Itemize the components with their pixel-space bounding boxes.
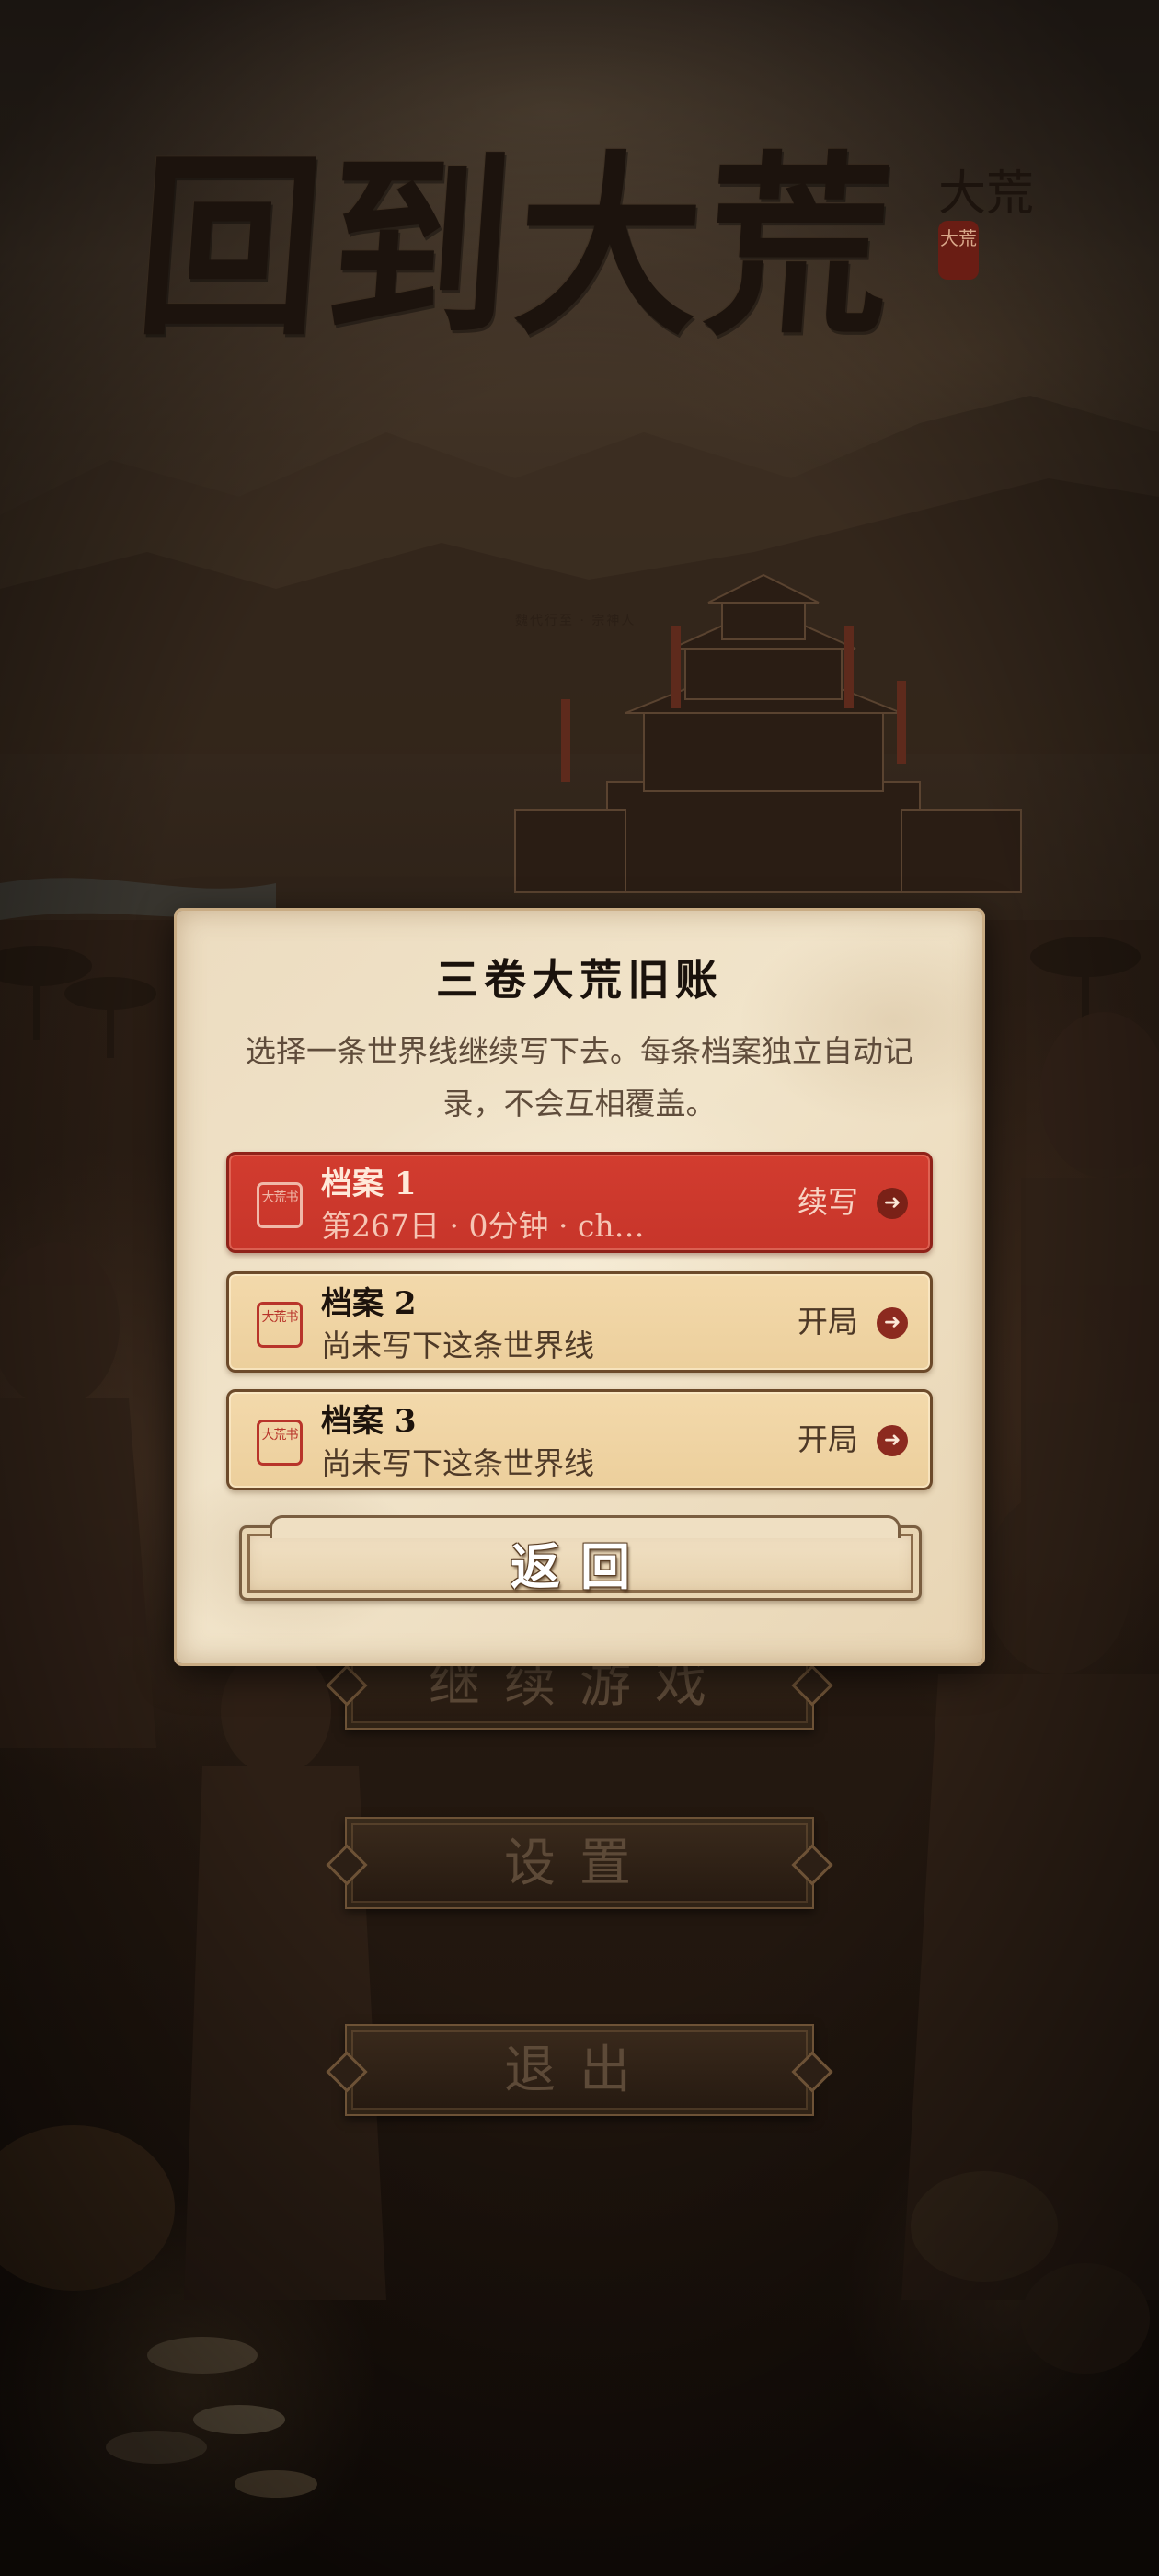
logo-seal: 大荒	[938, 221, 979, 280]
slot-action-label: 续写	[798, 1184, 858, 1220]
slot-action-label: 开局	[798, 1304, 858, 1340]
slot-subtitle: 第267日 · 0分钟 · ch…	[321, 1208, 645, 1244]
title-screen: 回到大荒 大荒 大荒 魏代行至 · 宗神人 继续游戏 设置 退出 三卷大荒旧账 …	[0, 0, 1159, 2576]
arrow-right-circle-icon: ➜	[877, 1425, 908, 1456]
logo-small-text: 大荒	[938, 167, 1035, 222]
save-slot-1[interactable]: 大荒书 档案 1 第267日 · 0分钟 · ch… 续写 ➜	[226, 1152, 933, 1253]
dialog-title: 三卷大荒旧账	[436, 955, 723, 1005]
game-logo-title: 回到大荒	[130, 132, 904, 363]
seal-stamp-icon: 大荒书	[257, 1302, 303, 1348]
arrow-right-circle-icon: ➜	[877, 1307, 908, 1339]
quit-button[interactable]: 退出	[345, 2024, 814, 2116]
slot-subtitle: 尚未写下这条世界线	[321, 1445, 594, 1481]
slot-name: 档案 3	[321, 1403, 417, 1440]
settings-button[interactable]: 设置	[345, 1817, 814, 1909]
back-button-label: 返回	[511, 1537, 650, 1596]
treasure-pile	[0, 2125, 1150, 2498]
arrow-right-circle-icon: ➜	[877, 1188, 908, 1219]
seal-stamp-icon: 大荒书	[257, 1182, 303, 1228]
save-slot-dialog: 三卷大荒旧账 选择一条世界线继续写下去。每条档案独立自动记录，不会互相覆盖。 大…	[177, 911, 982, 1663]
logo-tagline: 魏代行至 · 宗神人	[515, 614, 637, 628]
dialog-description: 选择一条世界线继续写下去。每条档案独立自动记录，不会互相覆盖。	[246, 1033, 913, 1121]
seal-stamp-icon: 大荒书	[257, 1420, 303, 1466]
save-slot-2[interactable]: 大荒书 档案 2 尚未写下这条世界线 开局 ➜	[226, 1271, 933, 1373]
slot-action-label: 开局	[798, 1421, 858, 1457]
slot-name: 档案 1	[321, 1166, 417, 1202]
save-slot-3[interactable]: 大荒书 档案 3 尚未写下这条世界线 开局 ➜	[226, 1389, 933, 1490]
slot-subtitle: 尚未写下这条世界线	[321, 1328, 594, 1363]
back-button[interactable]: 返回	[239, 1515, 922, 1601]
slot-name: 档案 2	[321, 1285, 417, 1322]
